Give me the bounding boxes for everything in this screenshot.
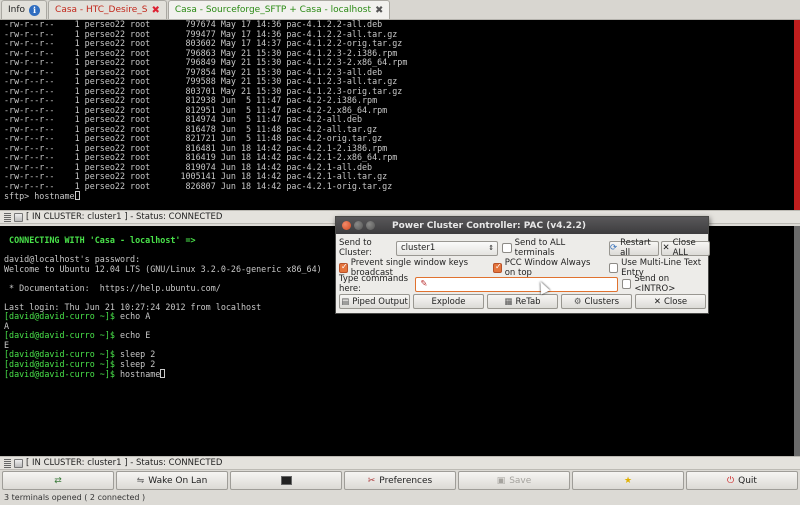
text-cursor <box>160 369 166 378</box>
clusters-icon: ⚙ <box>573 296 582 307</box>
favorites-button[interactable]: ★ <box>572 471 684 490</box>
actions-row: ▤ Piped Output Explode ▦ ReTab ⚙ Clusters ✕… <box>336 294 710 309</box>
clusters-button[interactable]: ⚙ Clusters <box>561 294 632 309</box>
piped-output-button[interactable]: ▤ Piped Output <box>339 294 410 309</box>
footer-status: 3 terminals opened ( 2 connected ) <box>4 493 146 502</box>
command-input[interactable]: ✎ <box>415 276 618 292</box>
terminal-icon <box>14 458 23 468</box>
cluster-controller-dialog: Power Cluster Controller: PAC (v4.2.2) S… <box>335 216 710 314</box>
retab-button[interactable]: ▦ ReTab <box>487 294 558 309</box>
status-bar: [ IN CLUSTER: cluster1 ] - Status: CONNE… <box>0 456 800 470</box>
tools-icon: ✂ <box>367 475 376 486</box>
quit-button[interactable]: ⏻ Quit <box>686 471 798 490</box>
retab-icon: ▦ <box>504 296 513 307</box>
minimize-window-icon[interactable] <box>354 221 363 230</box>
close-all-button[interactable]: ✕ Close ALL <box>661 238 710 258</box>
tab-label: Info <box>8 5 26 15</box>
tab-label: Casa - Sourceforge_SFTP + Casa - localho… <box>174 5 371 15</box>
wake-on-lan-button[interactable]: ⇋ Wake On Lan <box>116 471 228 490</box>
star-icon: ★ <box>623 475 633 486</box>
connect-button[interactable]: ⇄ <box>2 471 114 490</box>
terminal-sftp[interactable]: -rw-r--r-- 1 perseo22 root 797674 May 17… <box>0 20 794 210</box>
close-button[interactable]: ✕ Close <box>635 294 706 309</box>
pencil-icon: ✎ <box>420 279 428 289</box>
terminal-icon <box>280 476 292 485</box>
send-all-checkbox[interactable]: Send to ALL terminals <box>502 238 603 258</box>
tab-info[interactable]: Info i <box>1 0 48 19</box>
info-icon: i <box>29 4 41 16</box>
terminal-prompt: sftp> hostname <box>4 191 794 202</box>
save-button[interactable]: ▣ Save <box>458 471 570 490</box>
command-row: Type commands here: ✎ Send on <INTRO> <box>336 274 710 294</box>
close-icon: ✕ <box>662 243 670 253</box>
close-tab-icon[interactable]: ✖ <box>375 5 383 16</box>
tab-label: Casa - HTC_Desire_S <box>55 5 148 15</box>
close-window-icon[interactable] <box>342 221 351 230</box>
terminal-output: -rw-r--r-- 1 perseo22 root 797674 May 17… <box>4 20 794 191</box>
network-icon: ⇋ <box>136 475 145 486</box>
text-cursor <box>74 191 80 200</box>
terminal-button[interactable] <box>230 471 342 490</box>
scrollbar[interactable] <box>794 20 800 210</box>
dialog-titlebar[interactable]: Power Cluster Controller: PAC (v4.2.2) <box>336 217 708 234</box>
cluster-select[interactable]: cluster1 ⇕ <box>395 240 499 256</box>
arrows-icon: ⇄ <box>54 475 62 486</box>
restart-all-button[interactable]: ⟳ Restart all <box>609 238 660 258</box>
restart-icon: ⟳ <box>610 243 618 253</box>
dialog-title: Power Cluster Controller: PAC (v4.2.2) <box>392 220 586 231</box>
terminal-line: -rw-r--r-- 1 perseo22 root 826807 Jun 18… <box>4 180 393 191</box>
maximize-window-icon[interactable] <box>366 221 375 230</box>
tab-htc-desire[interactable]: Casa - HTC_Desire_S ✖ <box>48 0 167 19</box>
send-on-intro-checkbox[interactable]: Send on <INTRO> <box>621 274 710 294</box>
drag-handle-icon[interactable] <box>4 212 11 222</box>
tab-bar: Info i Casa - HTC_Desire_S ✖ Casa - Sour… <box>0 0 800 20</box>
type-commands-label: Type commands here: <box>339 274 409 294</box>
save-icon: ▣ <box>496 475 506 486</box>
main-toolbar: ⇄ ⇋ Wake On Lan ✂ Preferences ▣ Save ★ ⏻ Qui… <box>0 471 800 491</box>
preferences-button[interactable]: ✂ Preferences <box>344 471 456 490</box>
drag-handle-icon[interactable] <box>4 458 11 468</box>
send-row: Send to Cluster: cluster1 ⇕ Send to ALL … <box>336 238 710 258</box>
status-text: [ IN CLUSTER: cluster1 ] - Status: CONNE… <box>26 212 223 222</box>
close-tab-icon[interactable]: ✖ <box>151 5 159 16</box>
close-icon: ✕ <box>653 296 661 307</box>
status-text: [ IN CLUSTER: cluster1 ] - Status: CONNE… <box>26 458 223 468</box>
terminal-icon <box>14 212 23 222</box>
send-to-label: Send to Cluster: <box>339 238 372 258</box>
dropdown-arrow-icon: ⇕ <box>488 244 495 252</box>
quit-icon: ⏻ <box>727 475 735 486</box>
scrollbar[interactable] <box>794 226 800 456</box>
piped-output-icon: ▤ <box>341 296 350 307</box>
tab-sourceforge-localhost[interactable]: Casa - Sourceforge_SFTP + Casa - localho… <box>167 0 391 19</box>
explode-button[interactable]: Explode <box>413 294 484 309</box>
